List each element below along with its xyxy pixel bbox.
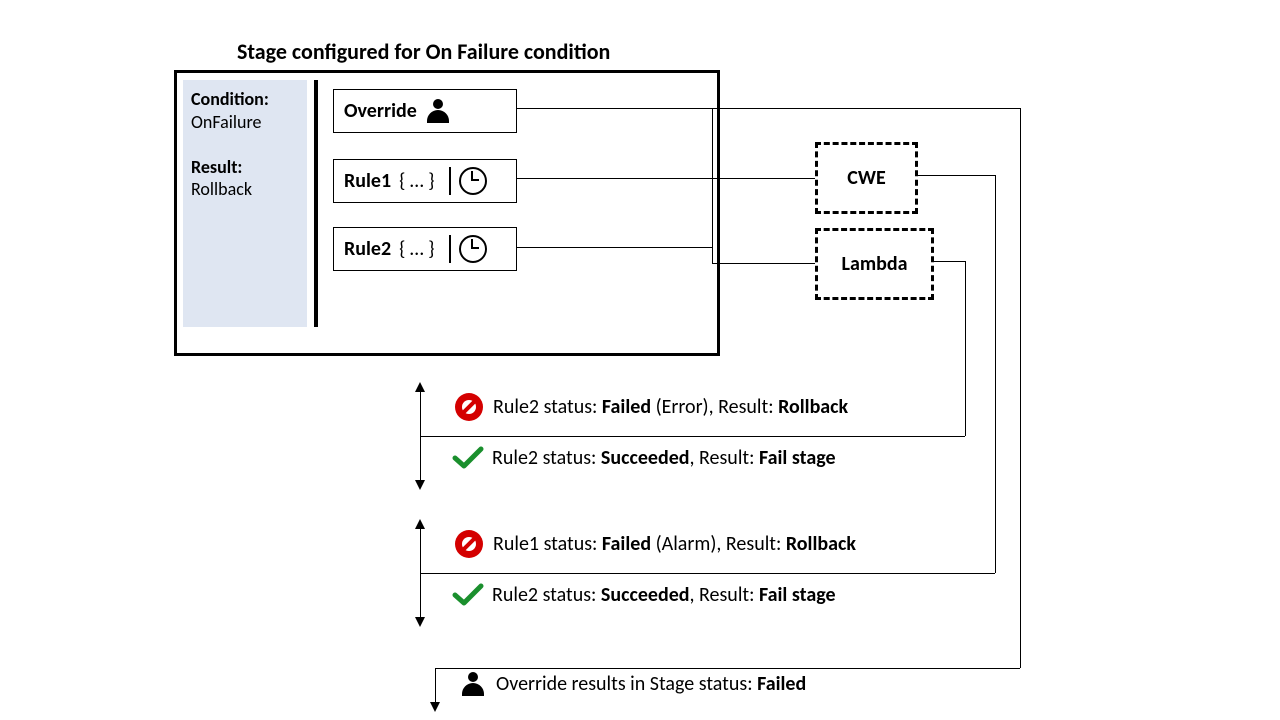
rule2-body: { … } (399, 237, 434, 261)
lambda-label: Lambda (842, 252, 908, 276)
connector (435, 668, 1020, 669)
arrow-down-icon (415, 480, 425, 490)
clock-icon (459, 167, 487, 195)
no-entry-icon (455, 393, 483, 421)
connector (965, 573, 995, 574)
connector (712, 263, 815, 264)
bracket-line (420, 436, 421, 482)
connector (965, 261, 966, 436)
cwe-box: CWE (815, 142, 918, 214)
connector (712, 108, 1020, 109)
status-text: Rule2 status: Succeeded, Result: Fail st… (492, 583, 836, 607)
person-icon (460, 672, 486, 696)
bracket-line (420, 527, 421, 573)
connector (712, 108, 713, 263)
rule1-box: Rule1 { … } (333, 159, 517, 203)
panel-divider (314, 80, 318, 327)
status-rule1-failed: Rule1 status: Failed (Alarm), Result: Ro… (455, 530, 856, 558)
bracket-line (435, 668, 436, 704)
result-value: Rollback (191, 178, 252, 200)
status-override: Override results in Stage status: Failed (452, 672, 806, 696)
condition-label: Condition: (191, 88, 269, 110)
no-entry-icon (455, 530, 483, 558)
connector (1020, 108, 1021, 668)
rule2-box: Rule2 { … } (333, 227, 517, 271)
bracket-line (420, 390, 421, 436)
divider (449, 167, 451, 195)
result-label: Result: (191, 156, 242, 178)
stage-box: Condition: OnFailure Result: Rollback Ov… (174, 70, 720, 356)
arrow-down-icon (415, 617, 425, 627)
bracket-line (420, 436, 965, 437)
status-text: Rule2 status: Failed (Error), Result: Ro… (493, 395, 848, 419)
override-label: Override (344, 99, 417, 123)
check-icon (452, 446, 482, 470)
status-rule2-failed: Rule2 status: Failed (Error), Result: Ro… (455, 393, 848, 421)
arrow-up-icon (415, 519, 425, 529)
rule1-body: { … } (399, 169, 434, 193)
condition-value: OnFailure (191, 111, 262, 133)
connector (517, 247, 712, 248)
lambda-box: Lambda (815, 228, 934, 300)
status-rule1-succeeded: Rule2 status: Succeeded, Result: Fail st… (452, 583, 836, 607)
status-text: Override results in Stage status: Failed (496, 672, 806, 696)
rule1-name: Rule1 (344, 169, 391, 193)
bracket-line (420, 573, 965, 574)
clock-icon (459, 235, 487, 263)
arrow-down-icon (430, 702, 440, 712)
connector (517, 178, 815, 179)
check-icon (452, 583, 482, 607)
rule2-name: Rule2 (344, 237, 391, 261)
status-rule2-succeeded: Rule2 status: Succeeded, Result: Fail st… (452, 446, 836, 470)
person-icon (425, 99, 451, 123)
status-text: Rule2 status: Succeeded, Result: Fail st… (492, 446, 836, 470)
bracket-line (420, 573, 421, 619)
connector (517, 108, 712, 109)
condition-panel: Condition: OnFailure Result: Rollback (183, 80, 307, 327)
connector (931, 261, 965, 262)
divider (449, 235, 451, 263)
arrow-up-icon (415, 382, 425, 392)
cwe-label: CWE (847, 166, 885, 190)
override-box: Override (333, 89, 517, 133)
status-text: Rule1 status: Failed (Alarm), Result: Ro… (493, 532, 856, 556)
connector (995, 175, 996, 573)
connector (915, 175, 995, 176)
diagram-title: Stage configured for On Failure conditio… (237, 38, 610, 65)
